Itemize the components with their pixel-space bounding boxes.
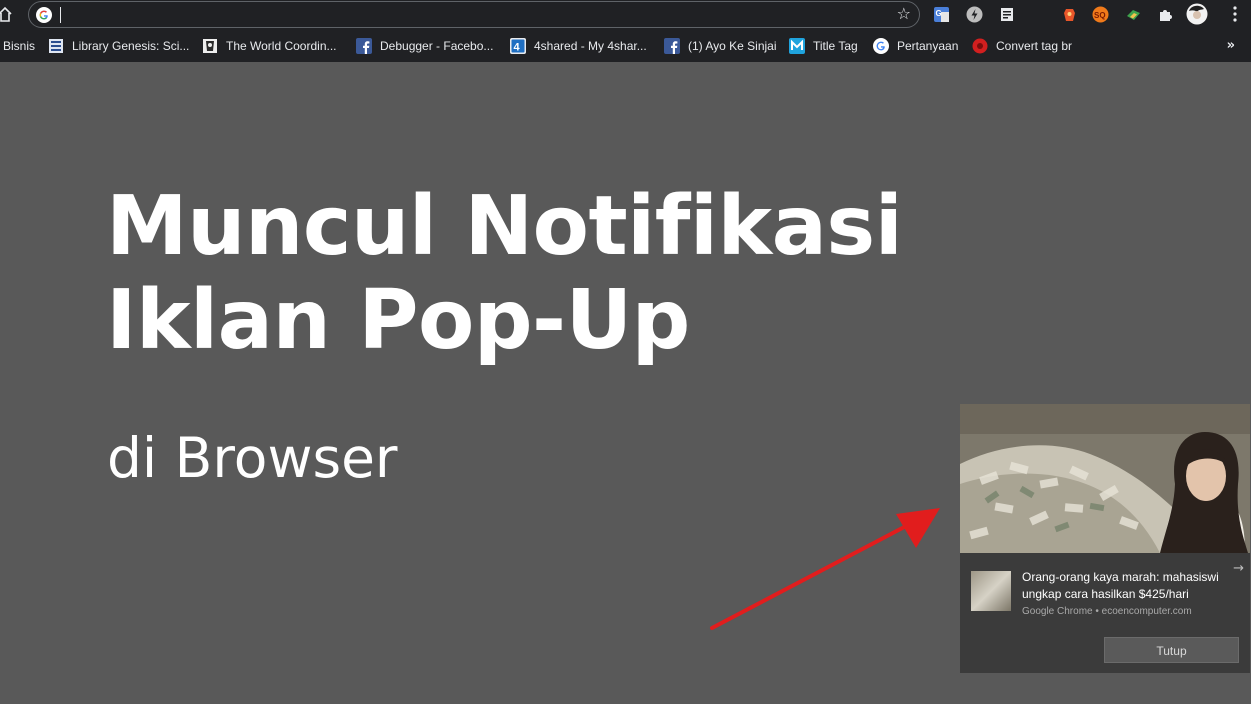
bookmark-label: Title Tag xyxy=(813,39,858,53)
svg-text:SQ: SQ xyxy=(1094,11,1106,20)
extension-orange-icon[interactable] xyxy=(1061,6,1078,23)
notification-close-button[interactable]: Tutup xyxy=(1104,637,1239,663)
bookmark-label: Debugger - Facebo... xyxy=(380,39,494,53)
menu-icon[interactable] xyxy=(1233,6,1237,22)
pointer-arrow-icon xyxy=(710,508,940,630)
bookmark-label: 4shared - My 4shar... xyxy=(534,39,647,53)
notification-ad-image[interactable] xyxy=(960,404,1250,553)
home-icon[interactable] xyxy=(0,6,12,22)
address-bar[interactable]: ☆ xyxy=(28,1,920,28)
notification-thumbnail xyxy=(971,571,1011,611)
headline-line-2: Iklan Pop-Up xyxy=(106,273,690,368)
facebook-icon xyxy=(664,38,680,54)
browser-toolbar: ☆ G SQ xyxy=(0,0,1251,30)
bookmark-bisnis[interactable]: Bisnis xyxy=(3,38,35,54)
seo-quake-icon[interactable]: SQ xyxy=(1092,6,1109,23)
bookmark-title-tag[interactable]: Title Tag xyxy=(789,38,858,54)
subheadline: di Browser xyxy=(107,426,398,490)
bookmarks-overflow-icon[interactable]: » xyxy=(1227,38,1235,53)
facebook-icon xyxy=(356,38,372,54)
bookmark-ayo-ke-sinjai[interactable]: (1) Ayo Ke Sinjai xyxy=(664,38,777,54)
star-icon[interactable]: ☆ xyxy=(897,5,911,23)
google-icon xyxy=(36,7,52,23)
chrome-notification[interactable]: → Orang-orang kaya marah: mahasiswi ungk… xyxy=(960,404,1250,673)
moz-icon xyxy=(789,38,805,54)
bookmark-label: (1) Ayo Ke Sinjai xyxy=(688,39,777,53)
svg-text:G: G xyxy=(936,9,942,18)
svg-text:4: 4 xyxy=(514,42,521,54)
4shared-icon: 4 xyxy=(510,38,526,54)
bookmark-label: Convert tag br xyxy=(996,39,1073,53)
bookmark-label: Pertanyaan xyxy=(897,39,959,53)
google-icon xyxy=(873,38,889,54)
bookmark-pertanyaan[interactable]: Pertanyaan xyxy=(873,38,958,54)
text-caret xyxy=(60,7,61,23)
bookmark-label: The World Coordin... xyxy=(226,39,337,53)
bookmark-4shared[interactable]: 4 4shared - My 4shar... xyxy=(510,38,647,54)
bookmark-debugger-facebook[interactable]: Debugger - Facebo... xyxy=(356,38,493,54)
headline-line-1: Muncul Notifikasi xyxy=(106,179,903,274)
bookmark-convert-tag-br[interactable]: Convert tag br xyxy=(972,38,1072,54)
money-pile-image xyxy=(960,404,1250,553)
bookmark-world-coordinate[interactable]: The World Coordin... xyxy=(202,38,337,54)
red-icon xyxy=(972,38,988,54)
library-icon xyxy=(49,39,63,53)
translate-icon[interactable]: G xyxy=(933,6,950,23)
notification-title[interactable]: Orang-orang kaya marah: mahasiswi ungkap… xyxy=(1022,569,1244,603)
bookmark-library-genesis[interactable]: Library Genesis: Sci... xyxy=(48,38,189,54)
puzzle-icon[interactable] xyxy=(1157,6,1174,23)
profile-avatar[interactable] xyxy=(1186,3,1208,25)
headline: Muncul Notifikasi Iklan Pop-Up xyxy=(106,179,903,368)
extension-green-icon[interactable] xyxy=(1125,6,1142,23)
bookmark-label: Library Genesis: Sci... xyxy=(72,39,190,53)
bookmark-label: Bisnis xyxy=(3,39,36,53)
notification-source: Google Chrome • ecoencomputer.com xyxy=(1022,606,1192,617)
reader-icon[interactable] xyxy=(999,6,1016,23)
speed-icon[interactable] xyxy=(966,6,983,23)
world-icon xyxy=(203,39,217,53)
bookmarks-bar: Bisnis Library Genesis: Sci... The World… xyxy=(0,30,1251,62)
